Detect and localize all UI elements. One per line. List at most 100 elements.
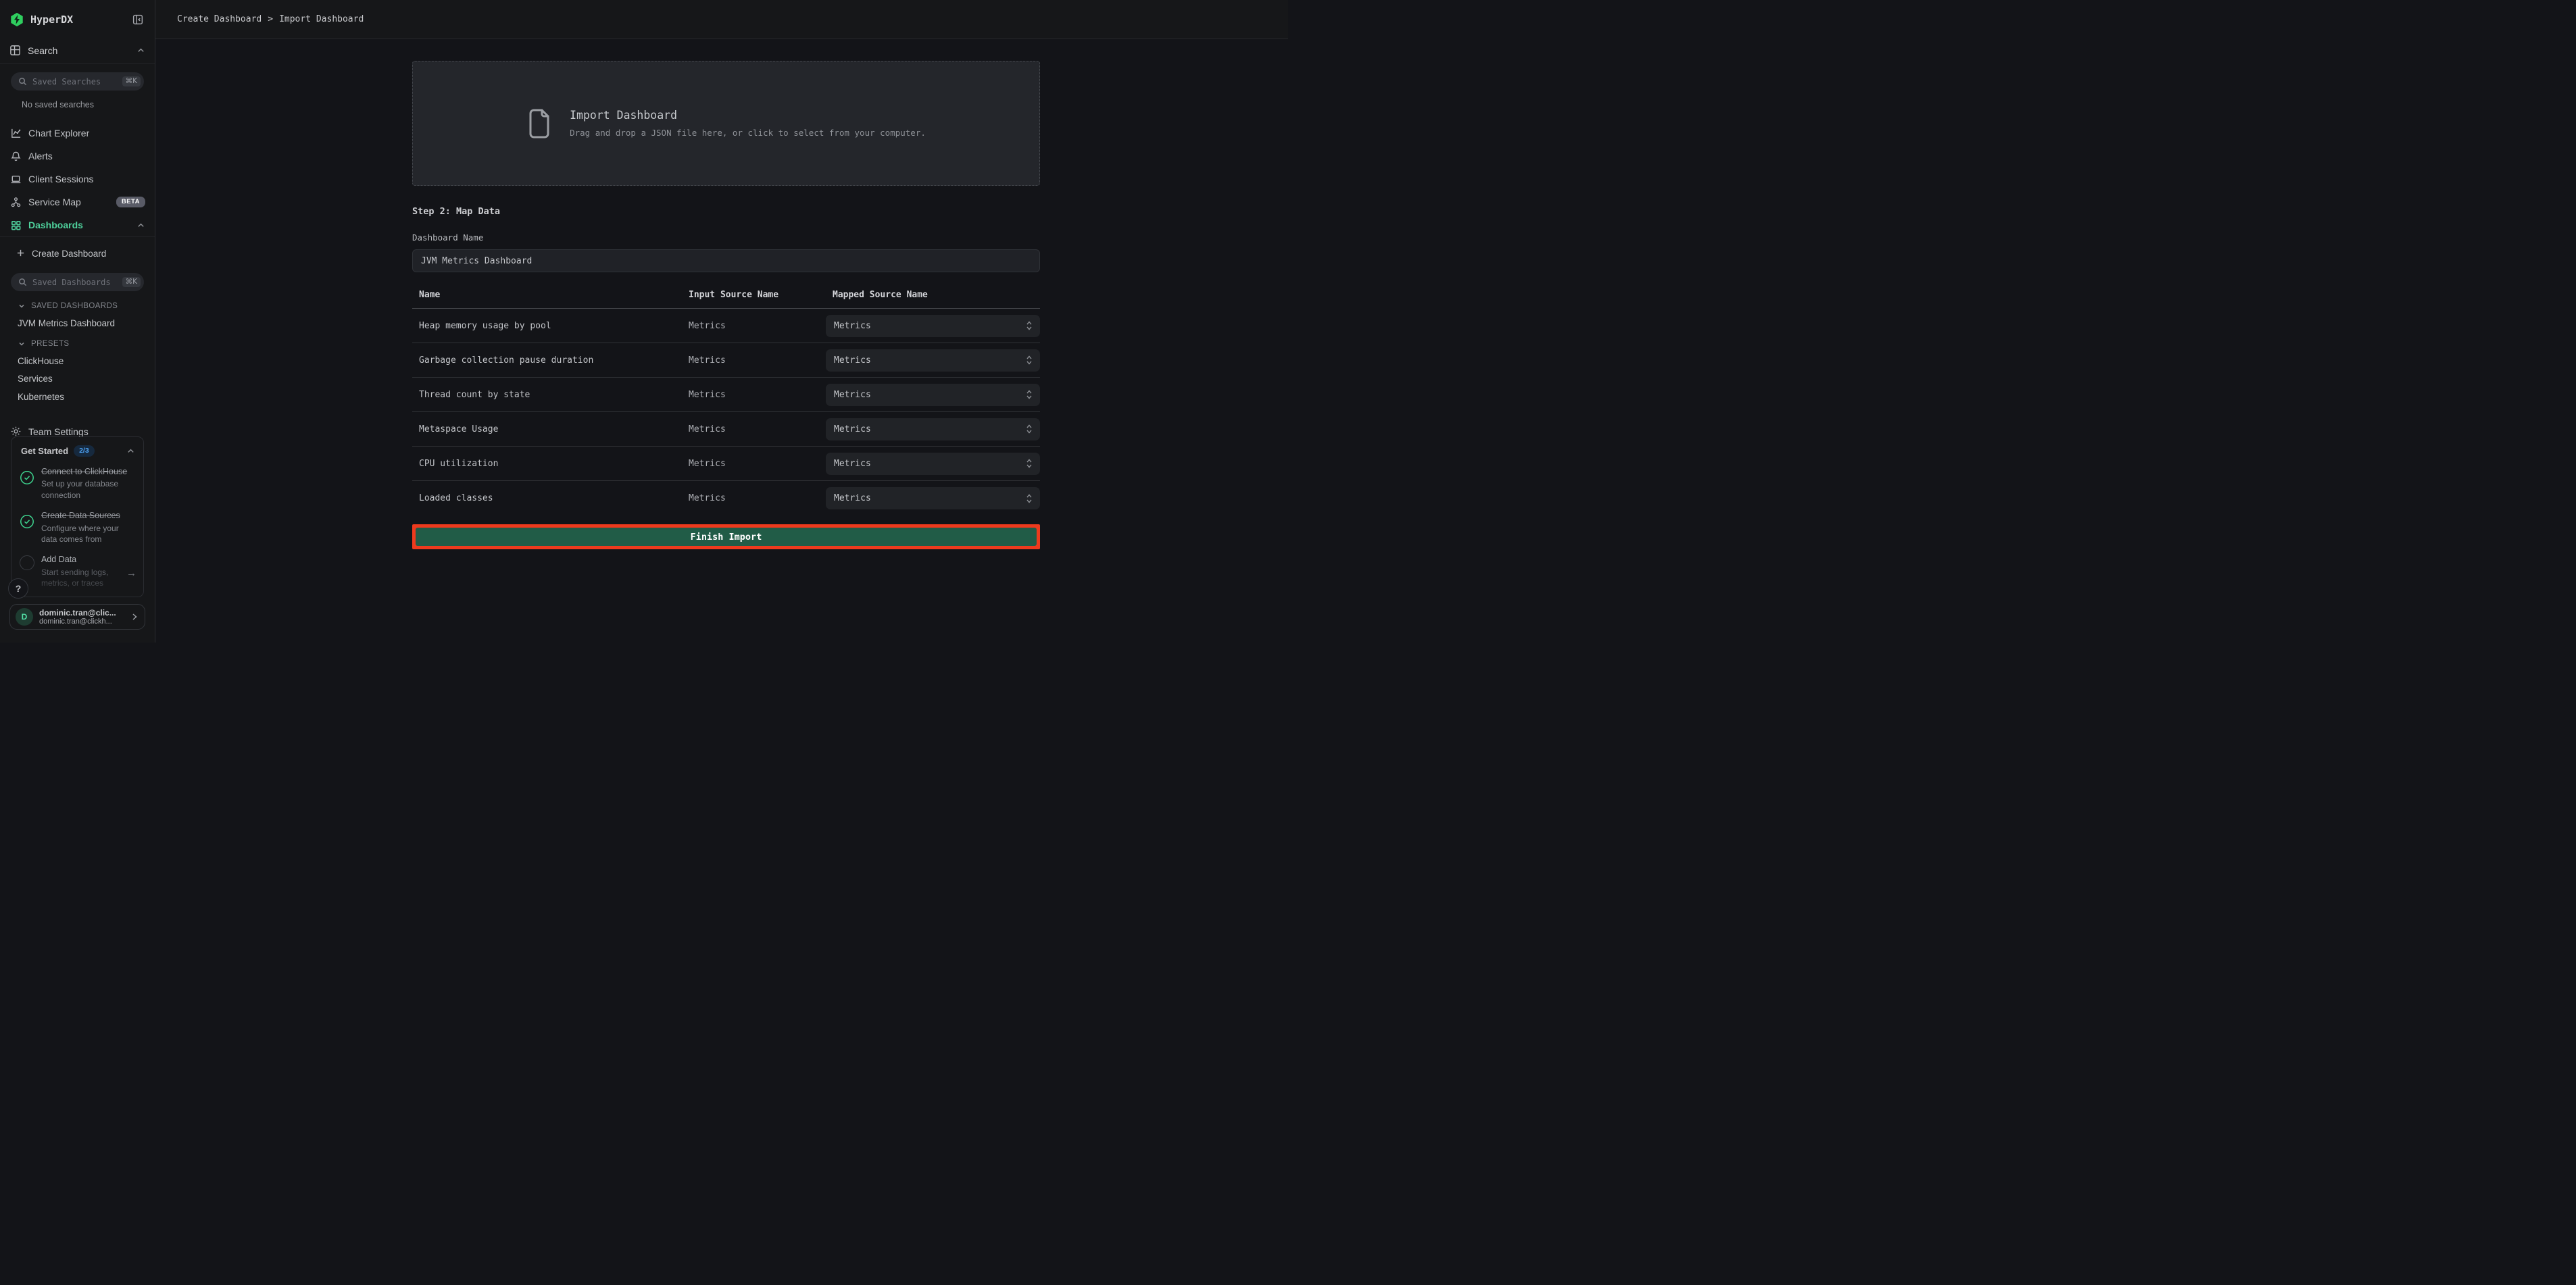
sidebar-item-jvm-metrics-dashboard[interactable]: JVM Metrics Dashboard [18, 318, 155, 329]
sidebar-item-clickhouse[interactable]: ClickHouse [18, 356, 155, 367]
search-section-icon [9, 45, 21, 56]
finish-import-button[interactable]: Finish Import [416, 528, 1037, 546]
no-saved-searches-note: No saved searches [22, 100, 155, 109]
chevron-down-icon [18, 340, 26, 348]
group-label: PRESETS [31, 340, 69, 348]
presets-group-header[interactable]: PRESETS [18, 340, 155, 348]
mapped-source-select[interactable]: Metrics [826, 384, 1040, 406]
checklist-item-title: Connect to ClickHouse [41, 466, 137, 478]
row-name: Metaspace Usage [412, 424, 682, 434]
app-window: HyperDX Search [0, 0, 1288, 642]
table-row: Thread count by state Metrics Metrics [412, 378, 1040, 412]
sidebar: HyperDX Search [0, 0, 155, 642]
mapped-source-select[interactable]: Metrics [826, 315, 1040, 337]
create-dashboard-button[interactable]: Create Dashboard [0, 243, 155, 264]
empty-circle-icon [20, 555, 34, 570]
table-header: Name Input Source Name Mapped Source Nam… [412, 290, 1040, 309]
checklist-item-title: Create Data Sources [41, 510, 137, 522]
get-started-header[interactable]: Get Started 2/3 [11, 437, 143, 457]
saved-dashboards-search[interactable]: ⌘K [11, 273, 144, 291]
table-row: Heap memory usage by pool Metrics Metric… [412, 309, 1040, 343]
mapped-source-select[interactable]: Metrics [826, 349, 1040, 372]
sidebar-item-alerts[interactable]: Alerts [0, 145, 155, 168]
mapped-source-select[interactable]: Metrics [826, 487, 1040, 509]
column-header-input-source: Input Source Name [682, 290, 826, 300]
file-icon [526, 108, 552, 139]
sidebar-item-service-map[interactable]: Service Map BETA [0, 191, 155, 213]
chevron-up-icon [126, 447, 135, 455]
chart-explorer-icon [9, 127, 22, 139]
create-dashboard-label: Create Dashboard [32, 249, 106, 259]
select-value: Metrics [834, 459, 1025, 469]
dashboard-name-input[interactable] [412, 249, 1040, 272]
select-chevrons-icon [1025, 457, 1033, 470]
select-chevrons-icon [1025, 423, 1033, 435]
saved-dashboards-input[interactable] [32, 278, 122, 287]
sidebar-item-dashboards[interactable]: Dashboards [0, 213, 155, 236]
mapped-source-select[interactable]: Metrics [826, 418, 1040, 440]
sidebar-item-services[interactable]: Services [18, 374, 155, 384]
saved-searches-search[interactable]: ⌘K [11, 72, 144, 91]
select-chevrons-icon [1025, 320, 1033, 332]
service-map-icon [9, 196, 22, 208]
select-value: Metrics [834, 390, 1025, 400]
user-name: dominic.tran@clic... [39, 608, 130, 618]
select-chevrons-icon [1025, 493, 1033, 505]
search-section-header[interactable]: Search [0, 39, 155, 63]
dashboard-name-label: Dashboard Name [412, 232, 1040, 243]
sidebar-item-client-sessions[interactable]: Client Sessions [0, 168, 155, 191]
saved-searches-input[interactable] [32, 77, 122, 86]
content: Import Dashboard Drag and drop a JSON fi… [155, 39, 1288, 642]
select-chevrons-icon [1025, 388, 1033, 401]
chevron-up-icon [137, 46, 145, 55]
checklist-item-connect-clickhouse[interactable]: Connect to ClickHouse Set up your databa… [20, 466, 137, 501]
nav-label: Service Map [28, 197, 116, 207]
sidebar-item-kubernetes[interactable]: Kubernetes [18, 392, 155, 403]
select-value: Metrics [834, 424, 1025, 434]
sidebar-nav: Chart Explorer Alerts Cl [0, 122, 155, 236]
checklist-item-add-data[interactable]: Add Data Start sending logs, metrics, or… [20, 554, 137, 588]
checklist-item-subtitle: Set up your database connection [41, 478, 137, 500]
import-dropzone[interactable]: Import Dashboard Drag and drop a JSON fi… [412, 61, 1040, 186]
select-value: Metrics [834, 493, 1025, 503]
search-icon [18, 77, 27, 86]
avatar: D [16, 608, 33, 626]
arrow-right-icon: → [126, 568, 137, 588]
plus-icon [16, 249, 26, 258]
chevron-down-icon [18, 302, 26, 310]
breadcrumb-import-dashboard[interactable]: Import Dashboard [279, 14, 364, 24]
beta-badge: BETA [116, 197, 145, 207]
mapped-source-select[interactable]: Metrics [826, 453, 1040, 475]
mapping-table: Name Input Source Name Mapped Source Nam… [412, 290, 1040, 515]
hyperdx-logo-icon [9, 12, 24, 27]
checklist-item-subtitle: Configure where your data comes from [41, 523, 137, 545]
help-button[interactable]: ? [8, 578, 28, 599]
row-input-source: Metrics [682, 459, 826, 469]
sidebar-item-chart-explorer[interactable]: Chart Explorer [0, 122, 155, 145]
sidebar-collapse-icon[interactable] [130, 12, 145, 27]
topbar: Create Dashboard > Import Dashboard [155, 0, 1288, 39]
breadcrumb-create-dashboard[interactable]: Create Dashboard [177, 14, 262, 24]
row-input-source: Metrics [682, 355, 826, 366]
row-input-source: Metrics [682, 321, 826, 331]
logo-row: HyperDX [0, 0, 155, 39]
row-name: Heap memory usage by pool [412, 321, 682, 331]
row-name: Garbage collection pause duration [412, 355, 682, 366]
user-account-chip[interactable]: D dominic.tran@clic... dominic.tran@clic… [9, 604, 145, 630]
select-value: Metrics [834, 321, 1025, 331]
user-email: dominic.tran@clickh... [39, 618, 130, 626]
saved-dashboards-group-header[interactable]: SAVED DASHBOARDS [18, 302, 155, 310]
checklist-item-create-data-sources[interactable]: Create Data Sources Configure where your… [20, 510, 137, 545]
check-circle-icon [20, 514, 34, 529]
dropzone-subtitle: Drag and drop a JSON file here, or click… [570, 128, 926, 138]
nav-label: Client Sessions [28, 174, 145, 184]
column-header-mapped-source: Mapped Source Name [826, 290, 1040, 300]
chevron-up-icon [137, 221, 145, 230]
laptop-icon [9, 173, 22, 185]
column-header-name: Name [412, 290, 682, 300]
breadcrumb-separator: > [268, 14, 273, 24]
row-name: Thread count by state [412, 390, 682, 400]
table-row: CPU utilization Metrics Metrics [412, 447, 1040, 481]
table-row: Garbage collection pause duration Metric… [412, 343, 1040, 378]
shortcut-badge: ⌘K [122, 277, 141, 287]
